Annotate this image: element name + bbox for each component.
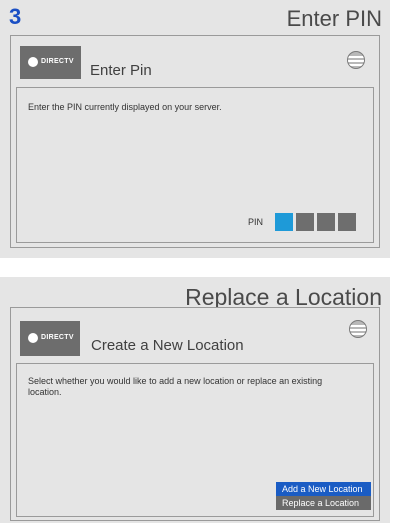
- card-title: Enter Pin: [90, 62, 152, 79]
- create-location-card: DIRECTV Create a New Location Select whe…: [10, 307, 380, 521]
- screen-title: Enter PIN: [286, 6, 382, 31]
- location-option-list: Add a New Location Replace a Location: [276, 482, 371, 510]
- instruction-text: Select whether you would like to add a n…: [28, 376, 323, 397]
- card-header: DIRECTV Enter Pin: [11, 36, 379, 87]
- add-new-location-option[interactable]: Add a New Location: [276, 482, 371, 496]
- pin-label: PIN: [247, 217, 263, 227]
- replace-location-option[interactable]: Replace a Location: [276, 496, 371, 510]
- directv-globe-icon: [28, 57, 38, 67]
- content-area: Select whether you would like to add a n…: [16, 363, 374, 517]
- directv-globe-icon: [28, 333, 38, 343]
- pin-digit-3[interactable]: [317, 213, 335, 231]
- card-header: DIRECTV Create a New Location: [11, 308, 379, 359]
- att-globe-icon: [347, 51, 365, 69]
- directv-logo-text: DIRECTV: [41, 334, 74, 341]
- pin-digit-2[interactable]: [296, 213, 314, 231]
- step-number: 3: [9, 4, 22, 29]
- instruction-text: Enter the PIN currently displayed on you…: [28, 102, 222, 112]
- directv-logo: DIRECTV: [20, 321, 80, 356]
- card-title: Create a New Location: [91, 337, 244, 354]
- enter-pin-card: DIRECTV Enter Pin Enter the PIN currentl…: [10, 35, 380, 248]
- pin-digit-1[interactable]: [275, 213, 293, 231]
- directv-logo-text: DIRECTV: [41, 58, 74, 65]
- enter-pin-screen: 3 Enter PIN DIRECTV Enter Pin Enter the …: [0, 0, 390, 258]
- directv-logo: DIRECTV: [20, 46, 81, 79]
- content-area: Enter the PIN currently displayed on you…: [16, 87, 374, 243]
- pin-entry[interactable]: PIN: [248, 212, 356, 232]
- att-globe-icon: [349, 320, 367, 338]
- pin-digit-4[interactable]: [338, 213, 356, 231]
